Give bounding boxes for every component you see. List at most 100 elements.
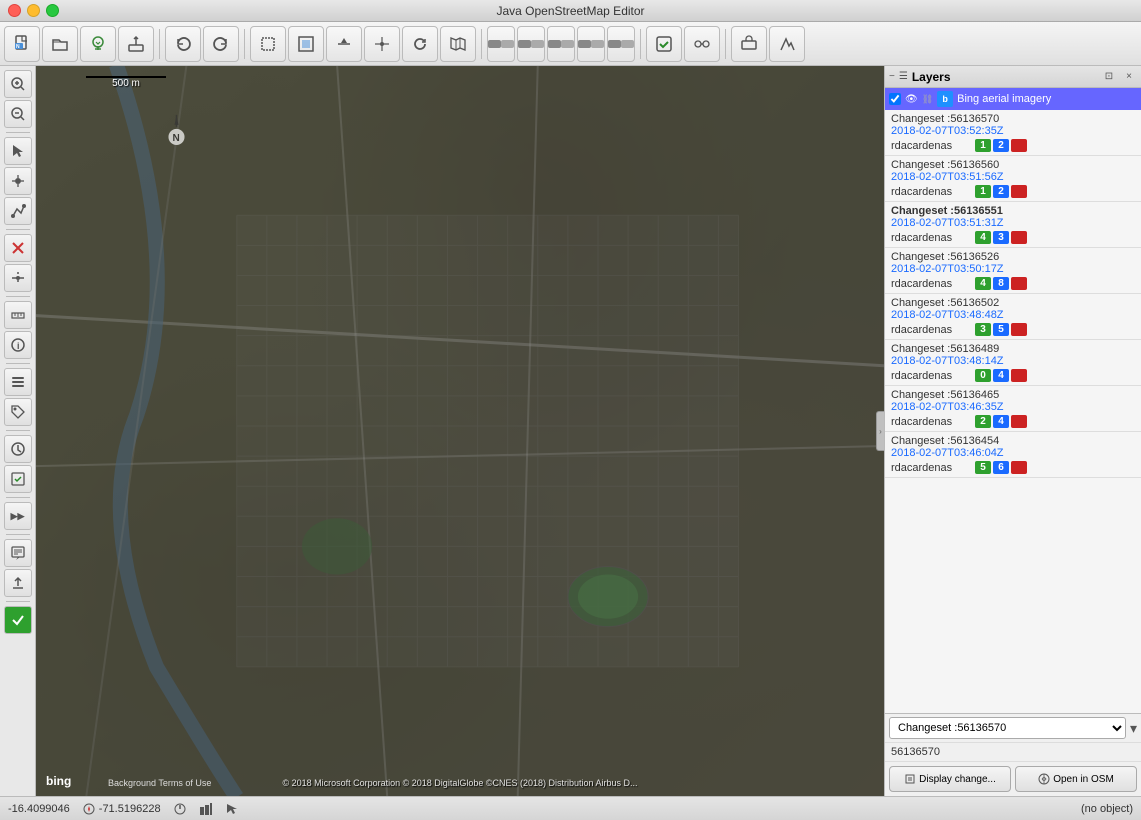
dropdown-expand-icon[interactable]: ▾	[1130, 720, 1137, 737]
validate-button[interactable]	[646, 26, 682, 62]
layers-close-button[interactable]: ×	[1121, 69, 1137, 85]
changeset-date[interactable]: 2018-02-07T03:48:14Z	[891, 355, 1135, 367]
upload-tool-button[interactable]	[4, 569, 32, 597]
layers-button[interactable]	[4, 368, 32, 396]
undo-button[interactable]	[165, 26, 201, 62]
changeset-item[interactable]: Changeset :56136560 2018-02-07T03:51:56Z…	[885, 156, 1141, 202]
info-button[interactable]: i	[4, 331, 32, 359]
changeset-date[interactable]: 2018-02-07T03:51:31Z	[891, 217, 1135, 229]
display-changes-button[interactable]: Display change...	[889, 766, 1011, 792]
toggle2-button[interactable]	[517, 26, 545, 62]
badge-deleted	[1011, 369, 1027, 382]
sep5	[725, 29, 726, 59]
tool2-button[interactable]	[769, 26, 805, 62]
changeset-date[interactable]: 2018-02-07T03:51:56Z	[891, 171, 1135, 183]
toggle5-button[interactable]	[607, 26, 635, 62]
layers-header: − ☰ Layers ⊡ ×	[885, 66, 1141, 88]
delete-tool-button[interactable]	[4, 234, 32, 262]
bing-layer-label: Bing aerial imagery	[957, 93, 1051, 105]
changeset-list[interactable]: Changeset :56136570 2018-02-07T03:52:35Z…	[885, 110, 1141, 713]
panel-collapse-handle[interactable]: ›	[876, 411, 884, 451]
close-button[interactable]	[8, 4, 21, 17]
toggle4-button[interactable]	[577, 26, 605, 62]
checkmark-button[interactable]	[4, 606, 32, 634]
play-button[interactable]: ▶▶	[4, 502, 32, 530]
layers-title: Layers	[912, 70, 1097, 84]
changeset-user: rdacardenas	[891, 186, 971, 198]
toggle1-button[interactable]	[487, 26, 515, 62]
map-terms[interactable]: Background Terms of Use	[108, 778, 211, 788]
changeset-date[interactable]: 2018-02-07T03:48:48Z	[891, 309, 1135, 321]
badge-count: 4	[975, 277, 991, 290]
node-button[interactable]	[364, 26, 400, 62]
bing-logo: bing	[46, 774, 86, 788]
history-button[interactable]	[4, 435, 32, 463]
changeset-item[interactable]: Changeset :56136526 2018-02-07T03:50:17Z…	[885, 248, 1141, 294]
action-buttons: Display change... Open in OSM	[885, 762, 1141, 796]
badge-deleted	[1011, 323, 1027, 336]
download-button[interactable]	[80, 26, 116, 62]
draw-way-button[interactable]	[4, 197, 32, 225]
changeset-badges: 12	[975, 139, 1027, 152]
bottom-section: Changeset :56136570 ▾ 56136570 Display c…	[885, 713, 1141, 796]
zoom-out-button[interactable]	[4, 100, 32, 128]
new-button[interactable]: N	[4, 26, 40, 62]
bing-layer-row[interactable]: 👁 ⛓ b Bing aerial imagery	[885, 88, 1141, 110]
changeset-header: Changeset :56136560	[891, 159, 1135, 171]
changeset-select[interactable]: Changeset :56136570	[889, 717, 1126, 739]
select-box-button[interactable]	[250, 26, 286, 62]
changeset-item[interactable]: Changeset :56136570 2018-02-07T03:52:35Z…	[885, 110, 1141, 156]
relations-button[interactable]	[684, 26, 720, 62]
changeset-header: Changeset :56136454	[891, 435, 1135, 447]
open-in-osm-button[interactable]: Open in OSM	[1015, 766, 1137, 792]
changeset-item[interactable]: Changeset :56136454 2018-02-07T03:46:04Z…	[885, 432, 1141, 478]
changeset-item[interactable]: Changeset :56136551 2018-02-07T03:51:31Z…	[885, 202, 1141, 248]
split-tool-button[interactable]	[4, 264, 32, 292]
changeset-date[interactable]: 2018-02-07T03:52:35Z	[891, 125, 1135, 137]
changeset-user-row: rdacardenas 43	[891, 231, 1135, 244]
redo-button[interactable]	[203, 26, 239, 62]
select-tool-button[interactable]	[4, 137, 32, 165]
changeset-user: rdacardenas	[891, 462, 971, 474]
changeset-badges: 35	[975, 323, 1027, 336]
maximize-button[interactable]	[46, 4, 59, 17]
badge-count: 3	[975, 323, 991, 336]
todo-button[interactable]	[4, 465, 32, 493]
lat-value: -16.4099046	[8, 803, 70, 815]
changeset-user-row: rdacardenas 56	[891, 461, 1135, 474]
ltb-sep5	[6, 430, 30, 431]
changeset-date[interactable]: 2018-02-07T03:46:35Z	[891, 401, 1135, 413]
badge-count: 4	[993, 415, 1009, 428]
toggle3-button[interactable]	[547, 26, 575, 62]
changeset-item[interactable]: Changeset :56136465 2018-02-07T03:46:35Z…	[885, 386, 1141, 432]
map-copyright: © 2018 Microsoft Corporation © 2018 Digi…	[282, 778, 637, 788]
left-toolbar: i ▶▶	[0, 66, 36, 796]
map-area[interactable]: N 500 m bing Background Terms of Use © 2…	[36, 66, 884, 796]
changeset-item[interactable]: Changeset :56136502 2018-02-07T03:48:48Z…	[885, 294, 1141, 340]
notes-button[interactable]	[4, 539, 32, 567]
toolbar: N	[0, 22, 1141, 66]
tool1-button[interactable]	[731, 26, 767, 62]
collapse-icon[interactable]: −	[889, 71, 895, 82]
refresh-button[interactable]	[402, 26, 438, 62]
zoom-in-button[interactable]	[4, 70, 32, 98]
measure-button[interactable]	[4, 301, 32, 329]
zoom-fit-button[interactable]	[288, 26, 324, 62]
titlebar: Java OpenStreetMap Editor	[0, 0, 1141, 22]
tags-button[interactable]	[4, 398, 32, 426]
changeset-date[interactable]: 2018-02-07T03:50:17Z	[891, 263, 1135, 275]
draw-node-button[interactable]	[4, 167, 32, 195]
sep1	[159, 29, 160, 59]
split-button[interactable]	[326, 26, 362, 62]
layers-detach-button[interactable]: ⊡	[1101, 69, 1117, 85]
layer-visibility-icon[interactable]: 👁	[905, 94, 918, 105]
changeset-item[interactable]: Changeset :56136489 2018-02-07T03:48:14Z…	[885, 340, 1141, 386]
minimize-button[interactable]	[27, 4, 40, 17]
map-switch-button[interactable]	[440, 26, 476, 62]
bing-layer-checkbox[interactable]	[889, 93, 901, 105]
changeset-header: Changeset :56136526	[891, 251, 1135, 263]
open-button[interactable]	[42, 26, 78, 62]
changeset-badges: 24	[975, 415, 1027, 428]
upload-button[interactable]	[118, 26, 154, 62]
changeset-date[interactable]: 2018-02-07T03:46:04Z	[891, 447, 1135, 459]
